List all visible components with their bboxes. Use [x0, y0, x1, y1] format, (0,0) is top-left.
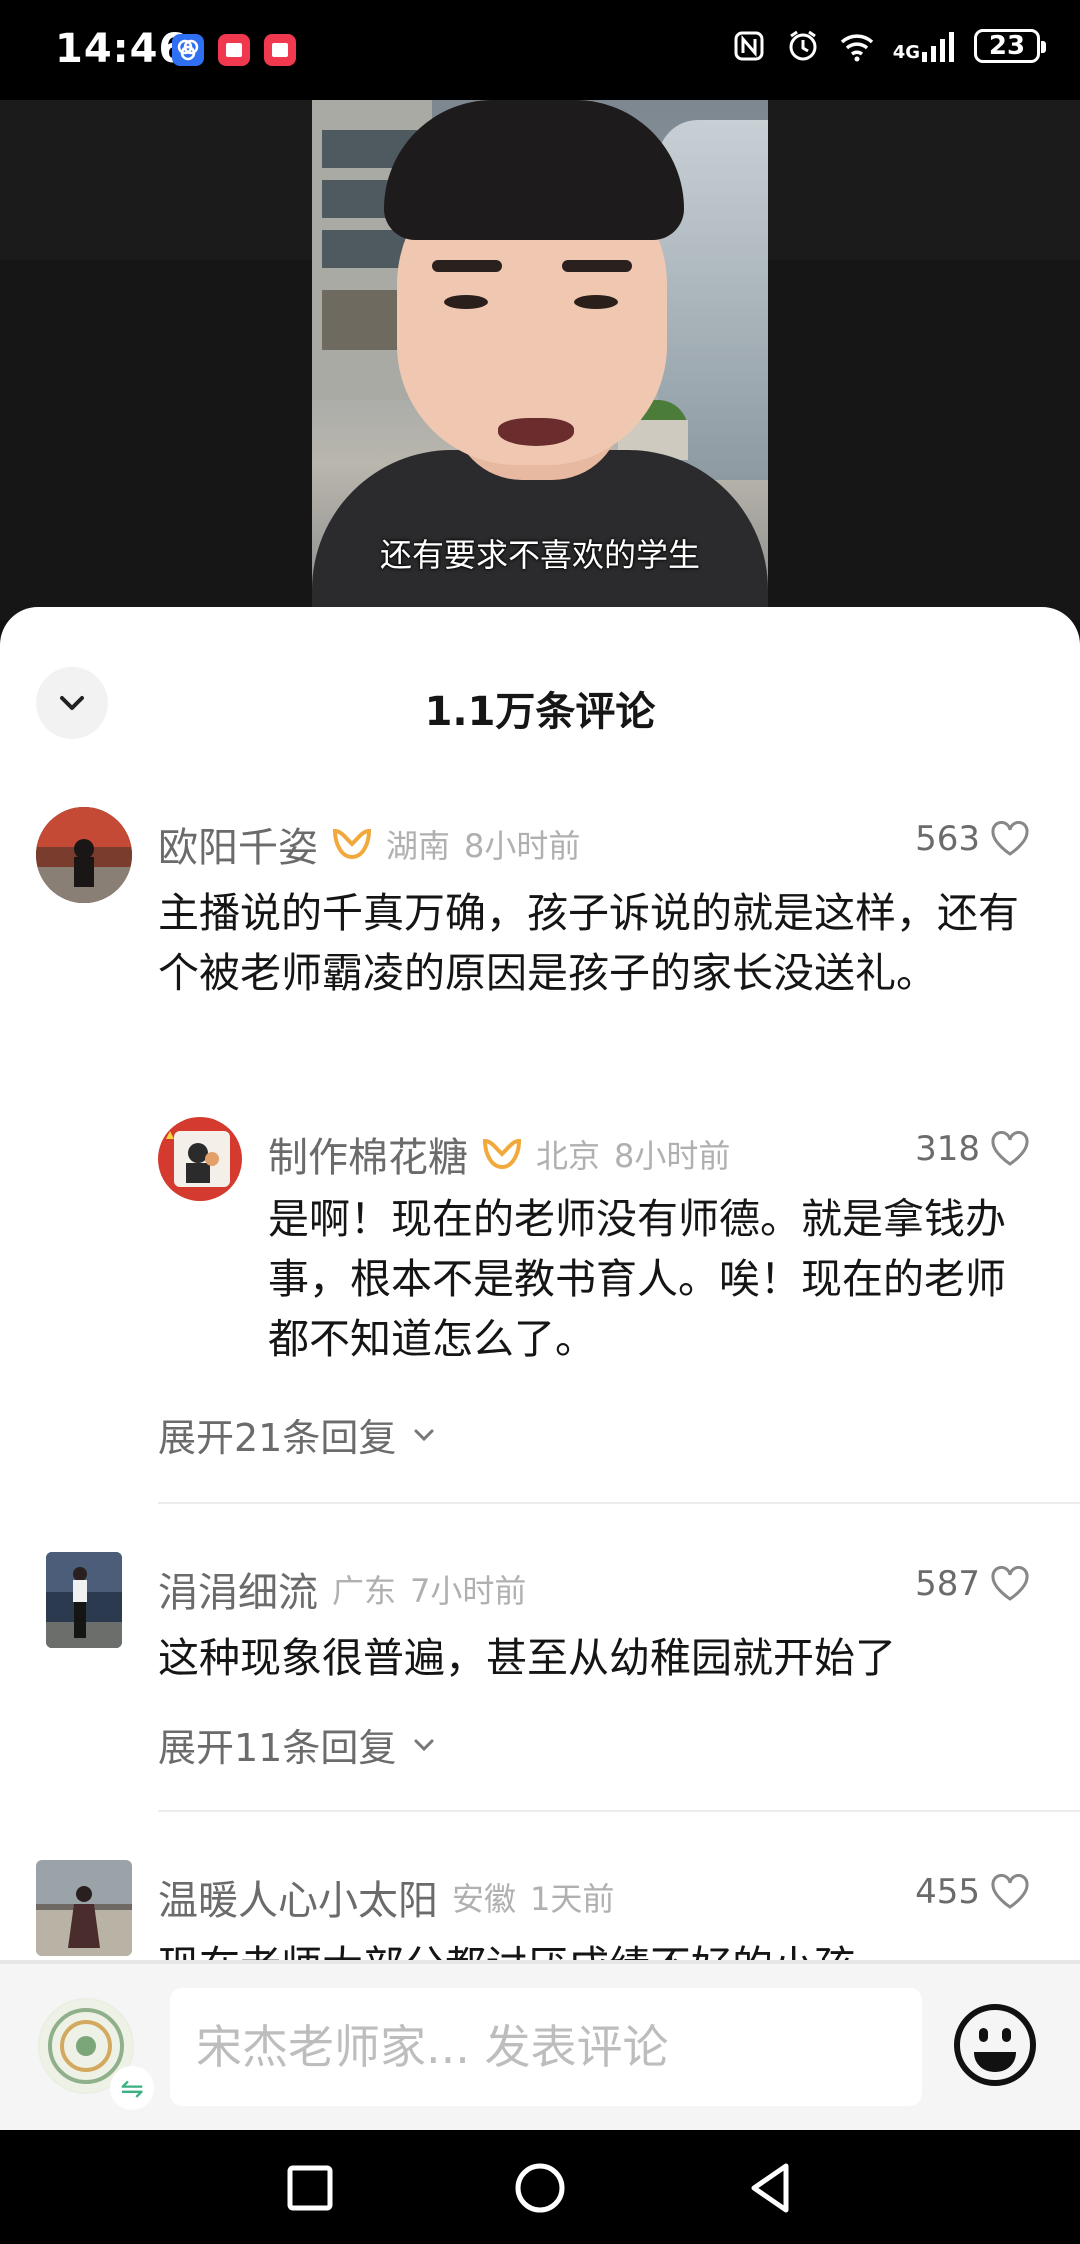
wifi-icon [840, 34, 873, 62]
reply-username[interactable]: 制作棉花糖 [268, 1125, 468, 1183]
comment-location: 广东 [332, 1572, 397, 1610]
comment-location: 安徽 [452, 1880, 517, 1918]
system-navigation-bar [0, 2130, 1080, 2244]
comment-input-bar: ⇋ [0, 1960, 1080, 2130]
like-button[interactable]: 318 [915, 1129, 1030, 1169]
like-count: 318 [915, 1129, 980, 1169]
avatar[interactable] [36, 807, 132, 903]
video-player[interactable]: 还有要求不喜欢的学生 [0, 100, 1080, 620]
divider [158, 1502, 1080, 1504]
battery-icon: 23 [974, 29, 1046, 63]
network-label: 4G [892, 42, 920, 63]
comment-text: 这种现象很普遍，甚至从幼稚园就开始了 [158, 1634, 896, 1682]
app-notification-icon [172, 34, 204, 66]
expand-replies-label: 展开11条回复 [158, 1726, 397, 1770]
heart-icon [991, 1131, 1029, 1166]
recent-apps-icon[interactable] [282, 2160, 338, 2216]
emoji-button-icon[interactable] [950, 2000, 1040, 2090]
like-count: 563 [915, 819, 980, 859]
alarm-icon [789, 30, 817, 61]
status-bar: 14:46 4G 23 [0, 0, 1080, 100]
expand-replies-button[interactable]: 展开11条回复 [158, 1717, 438, 1772]
comment-input[interactable] [170, 1988, 922, 2106]
app-notification-icon [218, 34, 250, 66]
status-time: 14:46 [55, 26, 188, 72]
back-icon[interactable] [742, 2160, 798, 2216]
comment-time: 1天前 [530, 1880, 615, 1918]
switch-account-icon[interactable]: ⇋ [110, 2066, 154, 2110]
signal-icon [922, 32, 954, 62]
reply-text: 是啊！现在的老师没有师德。就是拿钱办事，根本不是教书育人。唉！现在的老师都不知道… [268, 1195, 1006, 1363]
comment-text: 主播说的千真万确，孩子诉说的就是这样，还有个被老师霸凌的原因是孩子的家长没送礼。 [158, 889, 1019, 997]
like-count: 587 [915, 1564, 980, 1604]
expand-replies-button[interactable]: 展开21条回复 [158, 1407, 438, 1462]
comment-meta: 温暖人心小太阳 安徽 1天前 [158, 1868, 614, 1926]
nfc-icon [734, 31, 764, 61]
comment-time: 7小时前 [410, 1572, 527, 1610]
reply-meta: 制作棉花糖 北京 8小时前 [268, 1125, 730, 1183]
like-button[interactable]: 587 [915, 1564, 1030, 1604]
divider [158, 1810, 1080, 1812]
heart-icon [991, 1566, 1029, 1601]
comments-sheet: 1.1万条评论 欧阳千姿 湖南 8小时前 563 主播说的千真万确，孩子诉说的就… [0, 607, 1080, 2137]
notification-icons [172, 34, 296, 66]
comment-username[interactable]: 欧阳千姿 [158, 815, 318, 873]
avatar[interactable] [36, 1860, 132, 1956]
home-icon[interactable] [512, 2160, 568, 2216]
vip-badge-icon [482, 1138, 522, 1170]
app-notification-icon [264, 34, 296, 66]
like-button[interactable]: 563 [915, 819, 1030, 859]
chevron-down-icon [414, 1429, 434, 1441]
reply-location: 北京 [536, 1137, 601, 1175]
comment-username[interactable]: 涓涓细流 [158, 1560, 318, 1618]
comment-time: 8小时前 [464, 827, 581, 865]
comment-location: 湖南 [386, 827, 451, 865]
comment-meta: 涓涓细流 广东 7小时前 [158, 1560, 526, 1618]
like-button[interactable]: 455 [915, 1872, 1030, 1912]
comments-count-title: 1.1万条评论 [424, 689, 656, 735]
like-count: 455 [915, 1872, 980, 1912]
chevron-down-icon [414, 1739, 434, 1751]
heart-icon [991, 1874, 1029, 1909]
vip-badge-icon [332, 828, 372, 860]
expand-replies-label: 展开21条回复 [158, 1416, 397, 1460]
status-icons: 4G 23 [731, 28, 1046, 64]
avatar[interactable] [46, 1552, 122, 1648]
avatar[interactable] [158, 1117, 242, 1201]
video-subtitle: 还有要求不喜欢的学生 [379, 536, 700, 574]
battery-level: 23 [988, 31, 1026, 61]
comment-meta: 欧阳千姿 湖南 8小时前 [158, 815, 580, 873]
heart-icon [991, 821, 1029, 856]
reply-time: 8小时前 [614, 1137, 731, 1175]
network-type: 4G [893, 30, 956, 62]
comment-username[interactable]: 温暖人心小太阳 [158, 1868, 438, 1926]
video-frame[interactable]: 还有要求不喜欢的学生 [312, 100, 768, 620]
